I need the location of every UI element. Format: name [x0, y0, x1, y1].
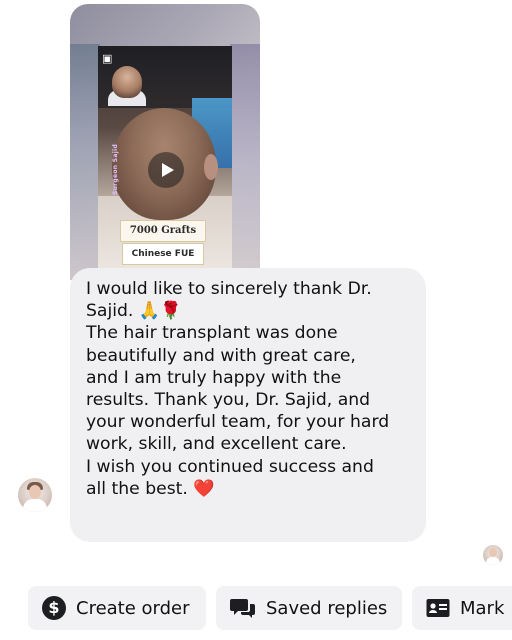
message-bubble: I would like to sincerely thank Dr. Saji…: [70, 268, 426, 542]
mark-button[interactable]: Mark: [412, 586, 512, 630]
mark-label: Mark: [460, 597, 505, 619]
thumbnail-side-label: Surgeon Sajid: [112, 143, 120, 196]
create-order-label: Create order: [76, 597, 190, 619]
video-thumbnail: ▣ Surgeon Sajid 7000 Grafts Chinese FUE: [98, 46, 232, 280]
id-card-icon: [426, 599, 450, 617]
video-message-card[interactable]: ▣ Surgeon Sajid 7000 Grafts Chinese FUE: [70, 4, 260, 280]
thumbnail-person: [112, 66, 142, 98]
seen-avatar-body: [486, 557, 500, 565]
seen-avatar-face: [489, 548, 497, 557]
thumbnail-ear: [204, 154, 218, 180]
avatar-face: [29, 485, 41, 499]
caption-grafts: 7000 Grafts: [120, 220, 206, 242]
video-blur-left: [70, 44, 100, 280]
reel-icon: ▣: [102, 53, 113, 65]
message-text: I would like to sincerely thank Dr. Saji…: [86, 279, 390, 499]
saved-replies-label: Saved replies: [266, 597, 388, 619]
play-icon[interactable]: [148, 152, 184, 188]
seen-avatar: [483, 545, 503, 565]
chat-bubbles-icon: [230, 599, 255, 618]
create-order-button[interactable]: $ Create order: [28, 586, 206, 630]
saved-replies-button[interactable]: Saved replies: [216, 586, 402, 630]
caption-method: Chinese FUE: [122, 243, 204, 265]
sender-avatar[interactable]: [18, 478, 52, 512]
avatar-body: [23, 499, 47, 512]
dollar-circle-icon: $: [42, 596, 66, 620]
video-blur-right: [230, 44, 260, 280]
